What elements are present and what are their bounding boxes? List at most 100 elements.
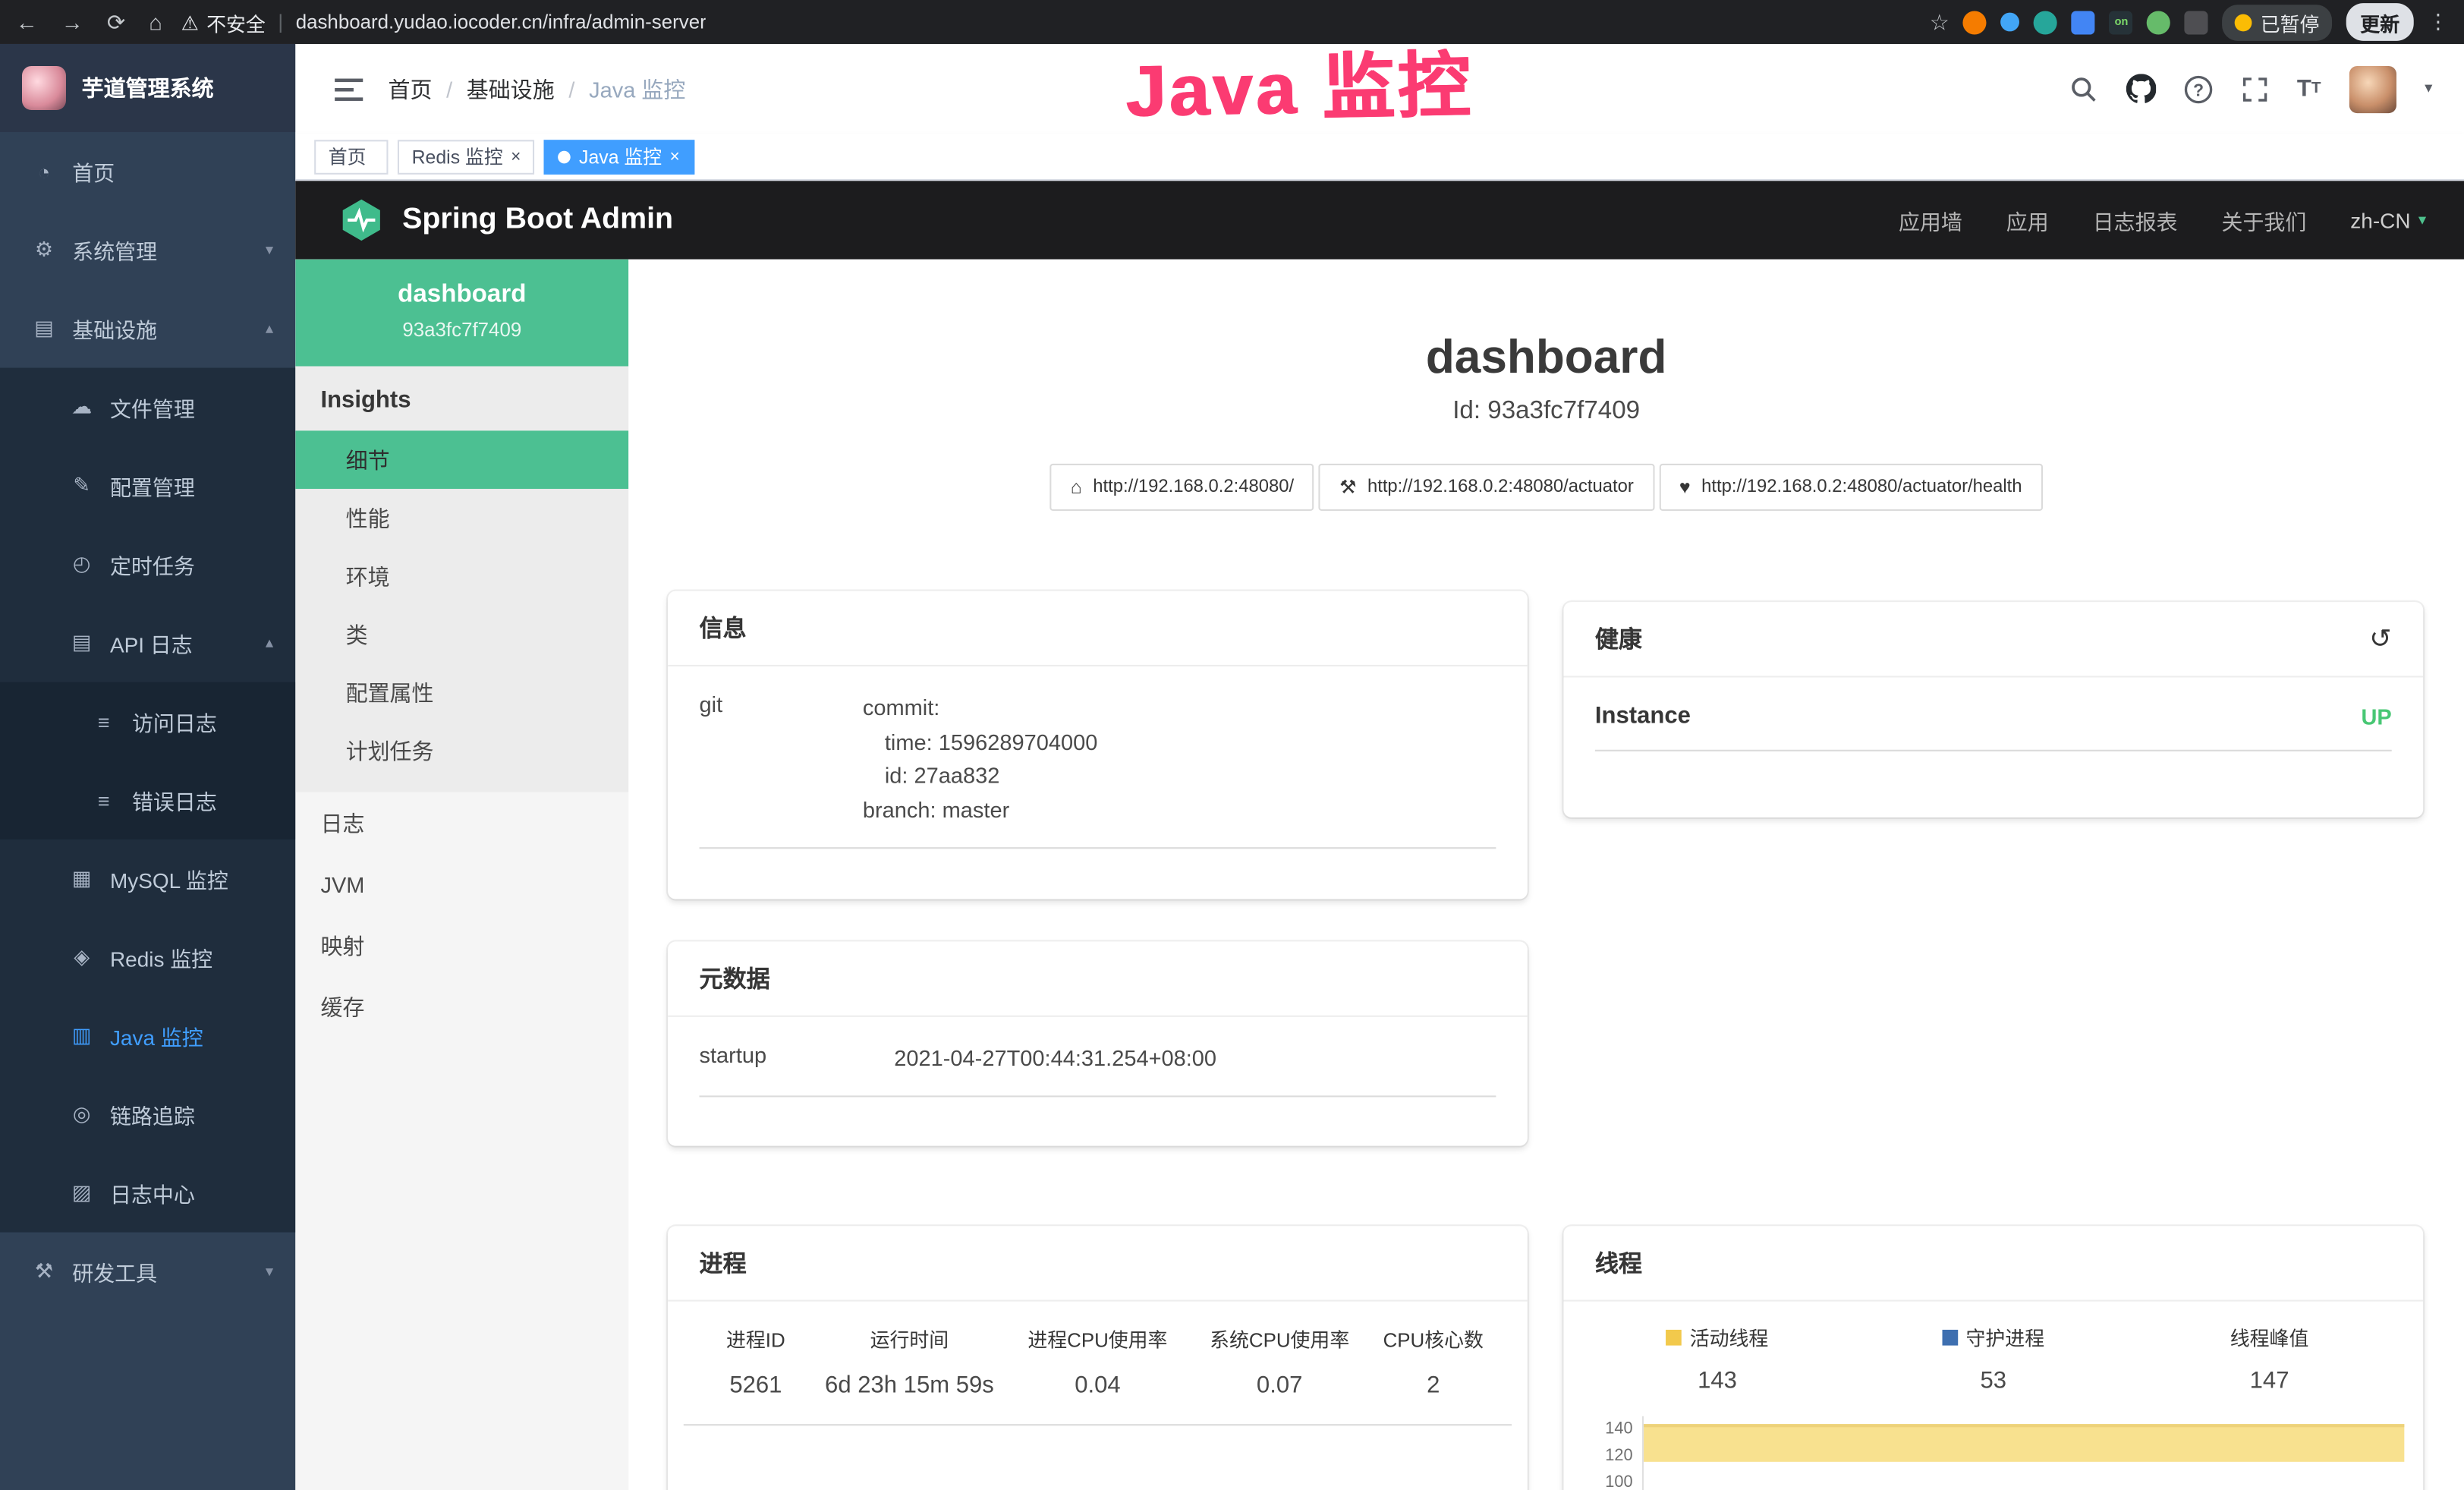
sidebar-item-trace[interactable]: ◎ 链路追踪 [0, 1075, 295, 1154]
chevron-down-icon: ▾ [266, 1263, 273, 1281]
sba-item-details[interactable]: 细节 [295, 430, 628, 489]
extension-icon[interactable] [2072, 10, 2095, 33]
sidebar-item-config-mgmt[interactable]: ✎ 配置管理 [0, 446, 295, 525]
legend-live-threads: 活动线程 [1579, 1322, 1855, 1352]
sidebar-item-label: 日志中心 [110, 1177, 273, 1208]
sidebar-item-dev-tools[interactable]: ⚒ 研发工具 ▾ [0, 1233, 295, 1312]
sidebar-item-home[interactable]: ◔ 首页 [0, 132, 295, 211]
info-card-title: 信息 [700, 612, 747, 644]
logo-avatar [22, 66, 66, 110]
help-icon[interactable]: ? [2184, 74, 2212, 102]
forward-button[interactable]: → [61, 8, 83, 35]
home-button[interactable]: ⌂ [149, 8, 162, 35]
actuator-url-button[interactable]: ⚒ http://192.168.0.2:48080/actuator [1319, 464, 1654, 511]
process-pid: 5261 [700, 1372, 813, 1399]
extension-on-icon[interactable]: on [2110, 10, 2133, 33]
extension-icon[interactable] [2185, 10, 2208, 33]
tab-redis-monitor[interactable]: Redis 监控 × [398, 139, 535, 174]
sba-item-environment[interactable]: 环境 [295, 547, 628, 606]
info-key: git [700, 691, 863, 828]
language-label: zh-CN [2350, 208, 2410, 232]
extension-icon[interactable] [2001, 13, 2020, 32]
table-row: git commit: time: 1596289704000 id: 27aa… [700, 691, 1496, 849]
y-tick: 140 [1582, 1416, 1632, 1443]
dashboard-icon: ◔ [31, 159, 56, 183]
history-icon[interactable]: ↺ [2369, 623, 2392, 654]
sba-item-mappings[interactable]: 映射 [295, 915, 628, 976]
reload-button[interactable]: ⟳ [107, 8, 125, 35]
git-branch-line: branch: master [863, 794, 1496, 828]
metadata-card-title: 元数据 [700, 962, 770, 994]
sba-item-classes[interactable]: 类 [295, 605, 628, 663]
extension-icon[interactable] [2034, 10, 2058, 33]
sidebar-item-scheduled-jobs[interactable]: ◴ 定时任务 [0, 525, 295, 604]
sba-item-jvm[interactable]: JVM [295, 853, 628, 915]
sba-item-logs[interactable]: 日志 [295, 792, 628, 854]
sba-item-caches[interactable]: 缓存 [295, 976, 628, 1038]
breadcrumb-infrastructure[interactable]: 基础设施 [467, 73, 555, 104]
process-card: 进程 进程ID 运行时间 进程CPU使用率 系统CPU使用率 CPU核心数 52… [668, 1226, 1528, 1490]
sidebar-item-mysql-monitor[interactable]: ▦ MySQL 监控 [0, 840, 295, 918]
user-avatar[interactable] [2349, 65, 2396, 112]
sidebar-item-system-mgmt[interactable]: ⚙ 系统管理 ▾ [0, 210, 295, 289]
legend-peak-threads: 线程峰值 [2132, 1322, 2408, 1352]
sidebar-item-label: Java 监控 [110, 1020, 273, 1051]
hamburger-icon[interactable] [335, 76, 363, 101]
sidebar-item-label: 链路追踪 [110, 1098, 273, 1129]
sba-nav-applications[interactable]: 应用 [2006, 204, 2049, 235]
update-button[interactable]: 更新 [2346, 3, 2414, 41]
paused-badge[interactable]: 已暂停 [2223, 4, 2332, 40]
table-row: Instance UP [1595, 703, 2392, 751]
chart-y-axis: 140 120 100 [1582, 1416, 1632, 1490]
sidebar-item-infrastructure[interactable]: ▤ 基础设施 ▴ [0, 289, 295, 368]
fullscreen-icon[interactable] [2240, 74, 2268, 102]
breadcrumb-separator: / [568, 76, 574, 101]
bookmark-star-icon[interactable]: ☆ [1930, 8, 1949, 35]
browser-menu-icon[interactable]: ⋮ [2428, 9, 2448, 34]
sba-item-performance[interactable]: 性能 [295, 489, 628, 547]
extension-icon[interactable] [1963, 10, 1987, 33]
sidebar-item-error-logs[interactable]: ≡ 错误日志 [0, 761, 295, 840]
tab-home[interactable]: 首页 [314, 139, 388, 174]
extension-icon[interactable] [2148, 10, 2171, 33]
sba-instance-header[interactable]: dashboard 93a3fc7f7409 [295, 260, 628, 367]
sba-item-scheduled-tasks[interactable]: 计划任务 [295, 721, 628, 780]
breadcrumb-home[interactable]: 首页 [388, 73, 432, 104]
url-text[interactable]: dashboard.yudao.iocoder.cn/infra/admin-s… [296, 11, 706, 33]
sba-item-config-props[interactable]: 配置属性 [295, 663, 628, 722]
chevron-up-icon: ▴ [266, 320, 273, 337]
sba-nav-journal[interactable]: 日志报表 [2093, 204, 2178, 235]
github-icon[interactable] [2126, 74, 2155, 103]
address-bar[interactable]: ⚠ 不安全 | dashboard.yudao.iocoder.cn/infra… [181, 7, 1911, 36]
search-icon[interactable] [2069, 74, 2097, 102]
instance-label: Instance [1595, 703, 1691, 729]
sba-language-select[interactable]: zh-CN ▾ [2350, 208, 2426, 232]
back-button[interactable]: ← [16, 8, 38, 35]
app-title: 芋道管理系统 [82, 72, 214, 103]
font-size-icon[interactable]: TT [2297, 75, 2321, 102]
sidebar-item-java-monitor[interactable]: ▥ Java 监控 [0, 997, 295, 1076]
paused-label: 已暂停 [2261, 7, 2320, 36]
service-url-button[interactable]: ⌂ http://192.168.0.2:48080/ [1050, 464, 1314, 511]
close-icon[interactable]: × [511, 147, 521, 166]
breadcrumb-current: Java 监控 [589, 73, 685, 104]
column-header: 运行时间 [812, 1324, 1006, 1353]
avatar-caret-icon[interactable]: ▾ [2425, 80, 2432, 98]
screen: ← → ⟳ ⌂ ⚠ 不安全 | dashboard.yudao.iocoder.… [0, 0, 2464, 1490]
close-icon[interactable]: × [669, 147, 679, 166]
sidebar-item-log-center[interactable]: ▨ 日志中心 [0, 1154, 295, 1233]
health-url-button[interactable]: ♥ http://192.168.0.2:48080/actuator/heal… [1659, 464, 2042, 511]
sba-brand[interactable]: Spring Boot Admin [338, 197, 673, 244]
sba-nav-about[interactable]: 关于我们 [2221, 204, 2306, 235]
live-threads-value: 143 [1579, 1368, 1855, 1394]
process-uptime: 6d 23h 15m 59s [812, 1372, 1006, 1399]
security-label[interactable]: 不安全 [206, 7, 266, 36]
app-logo[interactable]: 芋道管理系统 [0, 44, 295, 132]
sidebar-item-api-logs[interactable]: ▤ API 日志 ▴ [0, 603, 295, 682]
log-center-icon: ▨ [69, 1180, 94, 1205]
sidebar-item-access-logs[interactable]: ≡ 访问日志 [0, 682, 295, 761]
tab-java-monitor[interactable]: Java 监控 × [544, 139, 694, 174]
sidebar-item-redis-monitor[interactable]: ◈ Redis 监控 [0, 918, 295, 997]
sidebar-item-file-mgmt[interactable]: ☁ 文件管理 [0, 368, 295, 447]
sba-nav-wallboard[interactable]: 应用墙 [1899, 204, 1962, 235]
